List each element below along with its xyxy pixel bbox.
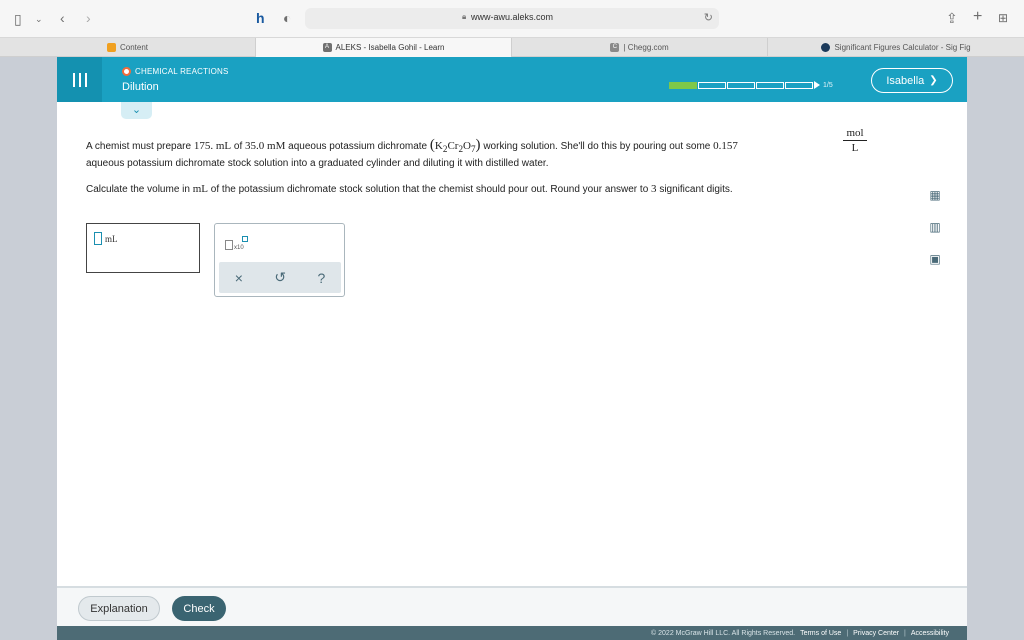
progress-count: 1/5 [823, 81, 833, 89]
chevron-down-icon: ❯ [929, 75, 938, 86]
new-tab-icon[interactable]: + [973, 9, 982, 25]
clear-icon[interactable]: × [235, 270, 243, 286]
text: Calculate the volume in [86, 184, 190, 195]
privacy-link[interactable]: Privacy Center [853, 630, 899, 637]
tab-label: ALEKS - Isabella Gohil - Learn [335, 43, 445, 52]
progress-segment [756, 81, 784, 89]
back-icon[interactable]: ‹ [60, 11, 65, 25]
answer-unit: mL [105, 234, 118, 244]
share-icon[interactable]: ⇪ [946, 11, 958, 25]
progress-segment [727, 81, 755, 89]
tab-bar: Content A ALEKS - Isabella Gohil - Learn… [0, 38, 1024, 57]
stock-concentration: 0.157 [713, 140, 738, 152]
divider: | [846, 629, 849, 637]
undo-icon[interactable]: ↺ [274, 269, 286, 286]
divider: | [904, 629, 906, 637]
topic-status-icon [122, 67, 131, 76]
text: of the potassium dichromate stock soluti… [210, 184, 649, 195]
question-line-3: Calculate the volume in mL of the potass… [86, 183, 733, 195]
progress-segment [785, 81, 813, 89]
volume-value: 175. mL [193, 140, 232, 152]
fraction-denominator: L [851, 142, 859, 154]
box-icon [242, 236, 248, 242]
chegg-favicon-icon: C [610, 43, 620, 52]
progress-arrow-icon [814, 81, 820, 89]
chevron-down-icon[interactable]: ⌄ [35, 12, 43, 26]
reload-icon[interactable]: ↻ [704, 11, 713, 24]
tab-overview-icon[interactable]: ⊞ [998, 11, 1008, 25]
text: significant digits. [659, 184, 733, 195]
periodic-table-icon[interactable]: ▣ [927, 251, 943, 267]
fraction-numerator: mol [843, 127, 867, 141]
topic-category: CHEMICAL REACTIONS [122, 67, 229, 76]
address-bar[interactable]: 🔒︎ www-awu.aleks.com ↻ [305, 8, 719, 29]
tab-label: | Chegg.com [623, 43, 669, 52]
accessibility-link[interactable]: Accessibility [911, 630, 949, 637]
palette-actions: × ↺ ? [219, 262, 341, 293]
menu-bar-icon [72, 72, 75, 87]
topic-title: Dilution [122, 81, 159, 93]
aleks-app: CHEMICAL REACTIONS Dilution 1/5 Isabella… [57, 57, 967, 640]
extension-h-icon[interactable]: h [256, 11, 265, 25]
question-line-2: aqueous potassium dichromate stock solut… [86, 158, 549, 169]
tab-aleks[interactable]: A ALEKS - Isabella Gohil - Learn [256, 38, 512, 57]
tab-sigfig[interactable]: Significant Figures Calculator - Sig Fig [768, 38, 1024, 57]
aleks-favicon-icon: A [322, 43, 332, 52]
terms-link[interactable]: Terms of Use [800, 630, 841, 637]
tab-content[interactable]: Content [0, 38, 256, 57]
progress-bar: 1/5 [669, 81, 833, 89]
text: working solution. She'll do this by pour… [483, 141, 711, 152]
address-url: www-awu.aleks.com [470, 12, 554, 22]
user-menu-button[interactable]: Isabella ❯ [871, 68, 953, 93]
unit: mL [192, 183, 209, 195]
box-icon [225, 240, 233, 250]
concentration-value: 35.0 mM [245, 140, 286, 152]
help-icon[interactable]: ? [317, 270, 325, 286]
tab-label: Content [119, 43, 149, 52]
math-palette: x10 × ↺ ? [214, 223, 345, 297]
sidebar-icon[interactable]: ▯ [14, 12, 22, 26]
menu-bar-icon [78, 72, 81, 87]
answer-cursor[interactable] [94, 232, 102, 245]
progress-segment [698, 81, 726, 89]
text: aqueous potassium dichromate [288, 141, 428, 152]
browser-toolbar: ▯ ⌄ ‹ › h ◐ 🔒︎ www-awu.aleks.com ↻ ⇪ + ⊞ [0, 0, 1024, 38]
bottom-bar: Explanation Check [57, 586, 967, 626]
calculator-icon[interactable]: ▦ [927, 187, 943, 203]
tab-label: Significant Figures Calculator - Sig Fig [834, 43, 971, 52]
shield-icon[interactable]: ◐ [283, 11, 291, 25]
text: A chemist must prepare [86, 141, 192, 152]
question-line-1: A chemist must prepare 175. mL of 35.0 m… [86, 137, 738, 154]
sci-label: x10 [234, 245, 244, 251]
topic-header: CHEMICAL REACTIONS Dilution 1/5 Isabella… [57, 57, 967, 102]
progress-segment [669, 81, 697, 89]
side-tools: ▦ ▥ ▣ [927, 187, 947, 283]
answer-input[interactable]: mL [86, 223, 200, 273]
sigfig-favicon-icon [821, 43, 831, 52]
chemical-formula: (K2Cr2O7) [429, 137, 481, 155]
collapse-toggle-chevron-icon[interactable]: ⌄ [121, 102, 152, 119]
footer: © 2022 McGraw Hill LLC. All Rights Reser… [57, 626, 967, 640]
user-name: Isabella [886, 74, 925, 87]
menu-button[interactable] [57, 57, 102, 102]
explanation-button[interactable]: Explanation [78, 596, 160, 621]
check-button[interactable]: Check [172, 596, 226, 621]
content-favicon-icon [106, 43, 116, 52]
forward-icon[interactable]: › [86, 11, 91, 25]
text: of [233, 141, 243, 152]
menu-bar-icon [84, 72, 87, 87]
tab-chegg[interactable]: C | Chegg.com [512, 38, 768, 57]
data-chart-icon[interactable]: ▥ [927, 219, 943, 235]
topic-category-label: CHEMICAL REACTIONS [135, 67, 229, 76]
copyright: © 2022 McGraw Hill LLC. All Rights Reser… [651, 629, 796, 637]
digits: 3 [651, 183, 657, 195]
scientific-notation-button[interactable]: x10 [225, 236, 251, 252]
unit-fraction: mol L [843, 127, 867, 154]
